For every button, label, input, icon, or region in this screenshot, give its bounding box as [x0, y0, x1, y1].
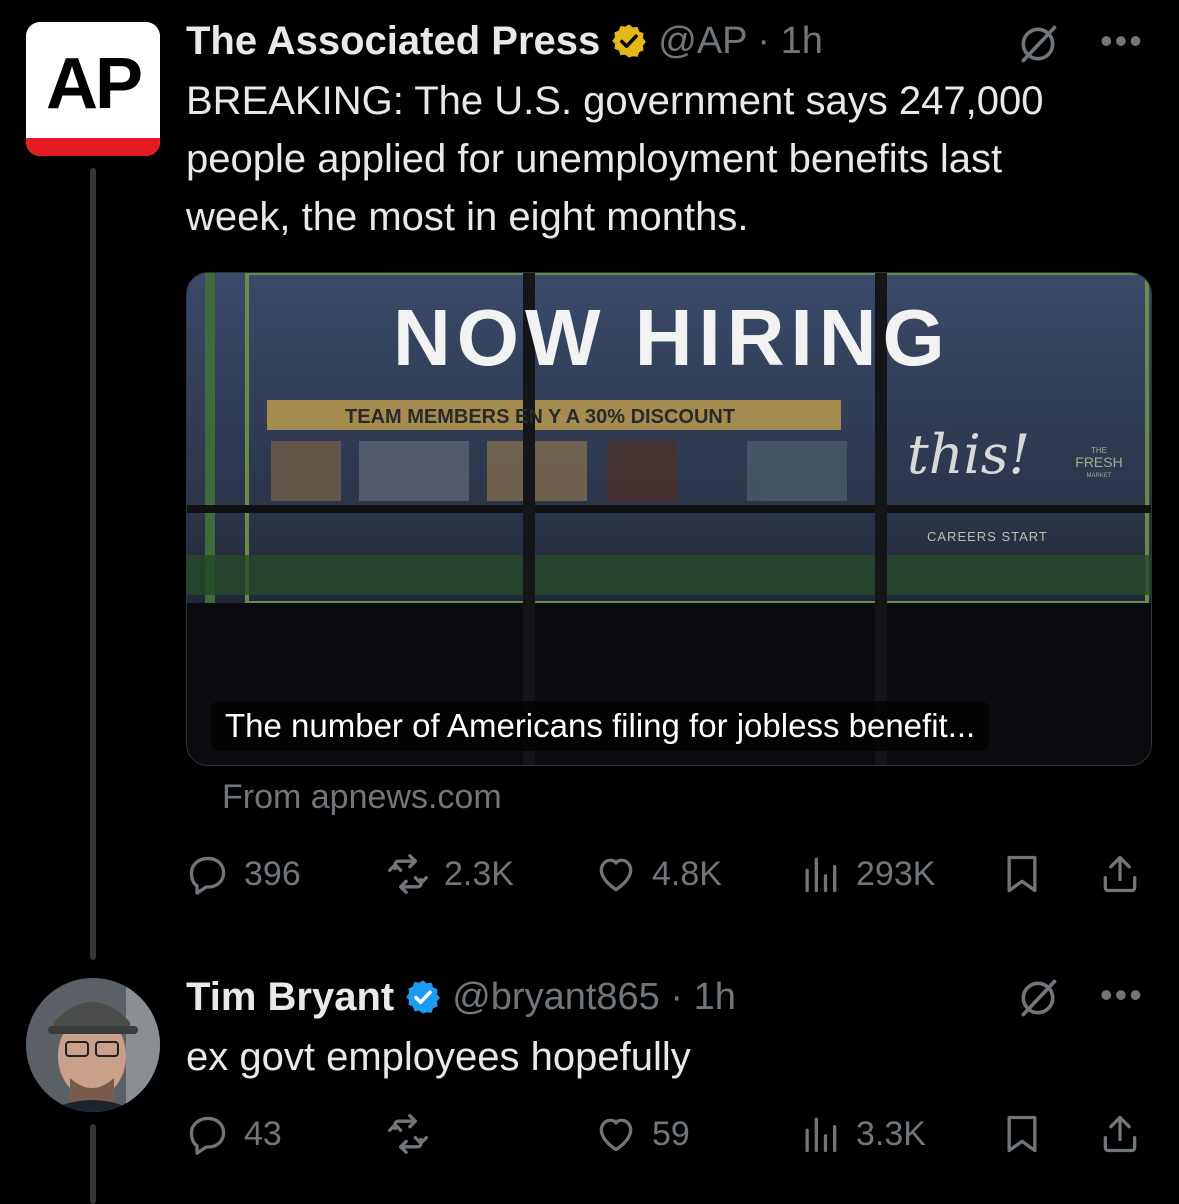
reply-text: ex govt employees hopefully: [186, 1035, 691, 1079]
share-button[interactable]: [1098, 1106, 1142, 1162]
reply-actions: 43 59 3.3K: [186, 1106, 1146, 1162]
views-count: 293K: [856, 854, 936, 893]
card-image-banner: TEAM MEMBERS EN Y A 30% DISCOUNT: [345, 406, 735, 428]
share-icon: [1103, 1115, 1137, 1153]
like-button[interactable]: 59: [594, 1106, 690, 1162]
bookmark-button[interactable]: [1000, 1106, 1044, 1162]
avatar-logo-text: AP: [45, 44, 143, 124]
repost-button[interactable]: [386, 1106, 444, 1162]
tweet-header: The Associated Press @AP · 1h: [186, 18, 823, 64]
author-name[interactable]: Tim Bryant: [186, 975, 394, 1020]
card-image-logo-line: MARKET: [1086, 473, 1111, 479]
bookmark-icon: [1007, 855, 1037, 893]
tweet-actions: 396 2.3K 4.8K 293K: [186, 846, 1146, 902]
reply-icon: [189, 856, 226, 895]
share-button[interactable]: [1098, 846, 1142, 902]
card-image-headline: NOW HIRING: [393, 293, 951, 382]
verified-gold-badge-icon: [612, 24, 647, 58]
grok-icon[interactable]: [1016, 976, 1060, 1020]
reply-header: Tim Bryant @bryant865 · 1h: [186, 974, 736, 1020]
reply-count: 43: [244, 1114, 282, 1153]
like-count: 59: [652, 1114, 690, 1153]
reply-button[interactable]: 396: [186, 846, 301, 902]
verified-blue-badge-icon: [406, 980, 441, 1014]
card-image-careers: CAREERS START: [927, 529, 1048, 544]
avatar-photo: [26, 978, 160, 1112]
views-button[interactable]: 293K: [798, 846, 935, 902]
like-icon: [599, 1118, 633, 1152]
reply-count: 396: [244, 854, 301, 893]
views-count: 3.3K: [856, 1114, 926, 1153]
tweet-text-line: week, the most in eight months.: [186, 195, 749, 239]
grok-icon[interactable]: [1016, 22, 1060, 66]
reply-button[interactable]: 43: [186, 1106, 282, 1162]
handle-time[interactable]: @AP · 1h: [658, 20, 823, 63]
tweet-text-line: people applied for unemployment benefits…: [186, 137, 1003, 181]
more-icon[interactable]: •••: [1100, 974, 1144, 1016]
tweet-text-line: BREAKING: The U.S. government says 247,0…: [186, 79, 1044, 123]
avatar[interactable]: AP: [26, 22, 160, 156]
tweet-text: BREAKING: The U.S. government says 247,0…: [186, 72, 1043, 246]
thread-line-bottom: [90, 1124, 96, 1204]
views-icon: [805, 857, 837, 893]
handle-time[interactable]: @bryant865 · 1h: [452, 976, 736, 1019]
repost-button[interactable]: 2.3K: [386, 846, 514, 902]
views-icon: [805, 1117, 837, 1153]
repost-count: 2.3K: [444, 854, 514, 893]
share-icon: [1103, 855, 1137, 893]
avatar[interactable]: [26, 978, 160, 1112]
card-image-script: this!: [907, 423, 1030, 486]
like-icon: [599, 858, 633, 892]
avatar-logo-stripe: [26, 138, 160, 156]
repost-icon: [388, 1114, 428, 1154]
card-image-logo-line: FRESH: [1075, 454, 1122, 470]
like-count: 4.8K: [652, 854, 722, 893]
like-button[interactable]: 4.8K: [594, 846, 722, 902]
bookmark-icon: [1007, 1115, 1037, 1153]
reply-icon: [189, 1116, 226, 1155]
link-card[interactable]: NOW HIRING TEAM MEMBERS EN Y A 30% DISCO…: [186, 272, 1152, 766]
thread-line: [90, 168, 96, 960]
repost-icon: [388, 854, 428, 894]
author-name[interactable]: The Associated Press: [186, 19, 600, 64]
bookmark-button[interactable]: [1000, 846, 1044, 902]
card-image: NOW HIRING TEAM MEMBERS EN Y A 30% DISCO…: [187, 273, 1151, 765]
card-source[interactable]: From apnews.com: [222, 778, 502, 817]
more-icon[interactable]: •••: [1100, 20, 1144, 62]
card-caption[interactable]: The number of Americans filing for joble…: [211, 701, 990, 751]
views-button[interactable]: 3.3K: [798, 1106, 926, 1162]
